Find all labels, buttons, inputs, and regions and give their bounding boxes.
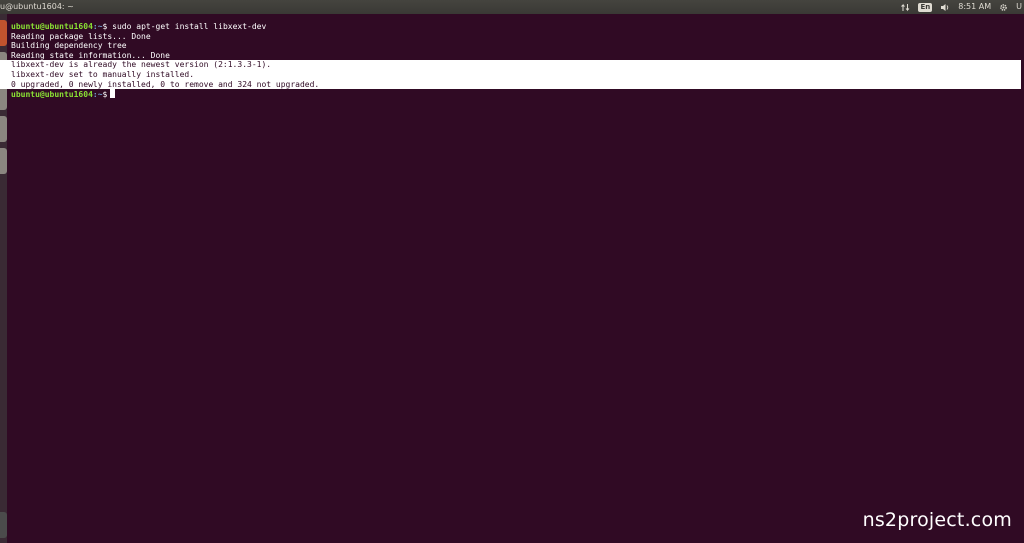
prompt-symbol: $	[102, 90, 108, 100]
watermark: ns2project.com	[862, 509, 1012, 531]
keyboard-language-indicator[interactable]: En	[918, 0, 933, 14]
clock[interactable]: 8:51 AM	[958, 0, 991, 14]
launcher-bar	[0, 14, 7, 543]
terminal-line-prompt: ubuntu@ubuntu1604:~$	[11, 89, 1021, 99]
prompt-user: ubuntu@ubuntu1604	[11, 90, 93, 100]
terminal-line-highlighted: libxext-dev set to manually installed.	[0, 69, 1021, 80]
top-panel: u@ubuntu1604: ~ En 8:51 AM U	[0, 0, 1024, 14]
terminal-line: Building dependency tree	[11, 41, 127, 51]
terminal-line-highlighted: libxext-dev is already the newest versio…	[0, 60, 1021, 70]
terminal-output[interactable]: ubuntu@ubuntu1604:~$ sudo apt-get instal…	[0, 22, 1021, 99]
launcher-item-trash[interactable]	[0, 512, 7, 538]
text-cursor	[110, 89, 116, 99]
launcher-item-settings[interactable]	[0, 148, 7, 174]
terminal-line: Reading state information... Done	[11, 50, 170, 60]
language-badge: En	[918, 2, 933, 12]
prompt-path: :~	[92, 22, 103, 31]
window-title: u@ubuntu1604: ~	[0, 2, 74, 11]
panel-indicators: En 8:51 AM U	[901, 0, 1024, 14]
launcher-item-text-editor[interactable]	[0, 116, 7, 142]
prompt-user: ubuntu@ubuntu1604	[11, 22, 93, 31]
terminal-line-command: ubuntu@ubuntu1604:~$ sudo apt-get instal…	[11, 22, 1021, 32]
gear-icon[interactable]	[999, 0, 1008, 14]
terminal-line: Reading package lists... Done	[11, 31, 151, 41]
network-arrows-icon[interactable]	[901, 0, 910, 14]
prompt-path: :~	[92, 90, 103, 100]
speaker-icon[interactable]	[940, 0, 950, 14]
terminal-line-highlighted: 0 upgraded, 0 newly installed, 0 to remo…	[0, 79, 1021, 90]
launcher-item-dash[interactable]	[0, 20, 7, 46]
desktop-screen: u@ubuntu1604: ~ En 8:51 AM U ubuntu@ubun…	[0, 0, 1024, 543]
user-indicator[interactable]: U	[1016, 0, 1022, 14]
command-text: $ sudo apt-get install libxext-dev	[102, 22, 267, 31]
